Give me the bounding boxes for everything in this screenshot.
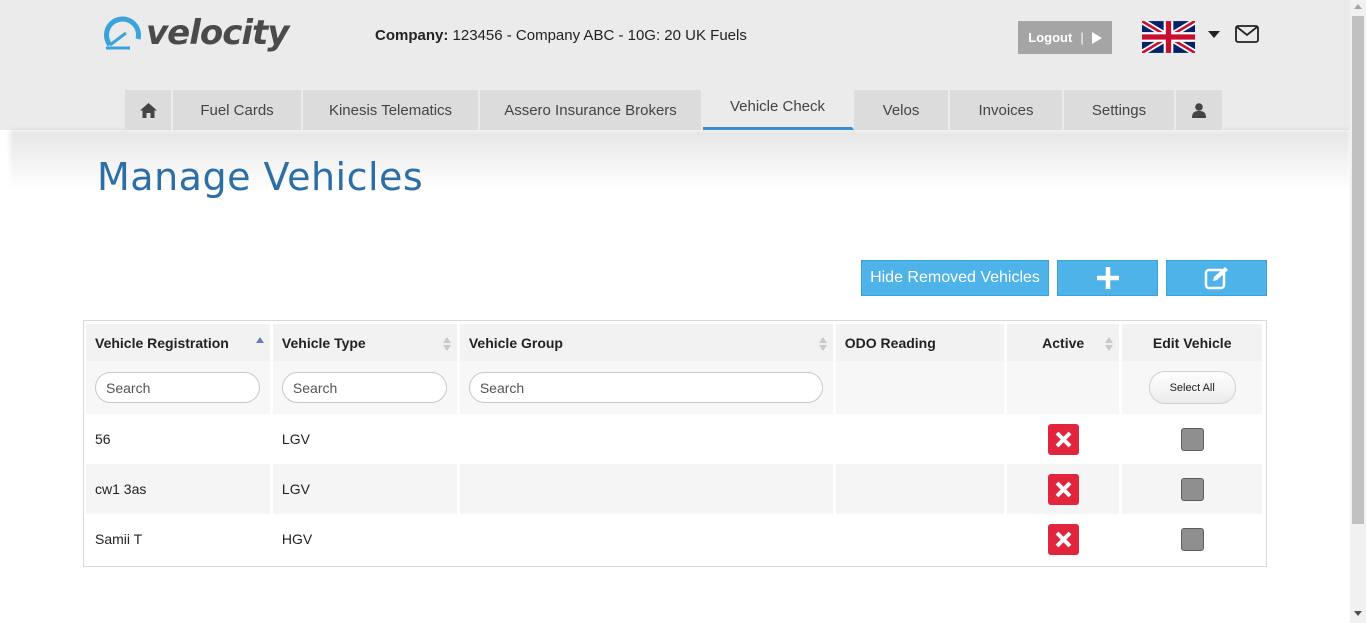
column-label: Vehicle Group	[468, 334, 563, 351]
hide-removed-vehicles-button[interactable]: Hide Removed Vehicles	[861, 260, 1049, 296]
nav-label: Kinesis Telematics	[328, 101, 453, 119]
table-row: cw1 3as LGV	[86, 464, 1262, 514]
odo-cell	[835, 514, 1004, 564]
vehicles-table: Vehicle Registration Vehicle Type Vehicl…	[83, 320, 1267, 567]
nav-settings[interactable]: Settings	[1064, 90, 1176, 130]
column-label: Vehicle Type	[281, 334, 366, 351]
language-dropdown-caret-icon[interactable]	[1208, 31, 1220, 38]
column-label: Edit Vehicle	[1152, 334, 1232, 351]
column-header-odo-reading: ODO Reading	[835, 321, 1004, 361]
group-search-input[interactable]: Search	[468, 372, 823, 403]
column-header-active[interactable]: Active	[1006, 321, 1120, 361]
type-search-input[interactable]: Search	[281, 372, 447, 403]
logout-separator: |	[1080, 30, 1084, 45]
logout-button[interactable]: Logout |	[1018, 21, 1112, 54]
company-value: 123456 - Company ABC - 10G: 20 UK Fuels	[452, 27, 747, 44]
select-all-button[interactable]: Select All	[1148, 371, 1236, 404]
column-label: Vehicle Registration	[95, 334, 229, 351]
speedometer-logo-icon	[104, 16, 141, 50]
edit-vehicle-checkbox[interactable]	[1180, 427, 1204, 451]
filter-cell	[835, 361, 1004, 414]
type-cell: LGV	[272, 414, 457, 464]
active-cell	[1006, 464, 1120, 514]
sort-icon	[442, 337, 451, 351]
nav-label: Vehicle Check	[729, 98, 826, 115]
odo-cell	[835, 414, 1004, 464]
table-row: Samii T HGV	[86, 514, 1262, 564]
envelope-icon[interactable]	[1235, 25, 1259, 43]
edit-cell	[1122, 514, 1262, 564]
edit-vehicle-checkbox[interactable]	[1180, 477, 1204, 501]
edit-cell	[1122, 464, 1262, 514]
inactive-x-icon[interactable]	[1047, 423, 1079, 455]
play-arrow-icon	[1091, 31, 1102, 44]
add-vehicle-button[interactable]	[1057, 260, 1158, 296]
type-cell: LGV	[272, 464, 457, 514]
edit-icon	[1204, 267, 1228, 290]
scrollbar-thumb[interactable]	[1352, 16, 1364, 524]
uk-flag-icon[interactable]	[1142, 21, 1195, 53]
column-header-vehicle-group[interactable]: Vehicle Group	[459, 321, 833, 361]
column-header-vehicle-registration[interactable]: Vehicle Registration	[86, 321, 270, 361]
group-cell	[459, 514, 833, 564]
active-cell	[1006, 414, 1120, 464]
registration-cell: cw1 3as	[86, 464, 270, 514]
type-cell: HGV	[272, 514, 457, 564]
filter-cell: Search	[86, 361, 270, 414]
group-cell	[459, 464, 833, 514]
main-nav: Fuel Cards Kinesis Telematics Assero Ins…	[125, 90, 1224, 130]
nav-fuel-cards[interactable]: Fuel Cards	[173, 90, 303, 130]
nav-label: Velos	[882, 101, 920, 119]
user-icon	[1192, 102, 1206, 118]
odo-cell	[835, 464, 1004, 514]
page-title: Manage Vehicles	[97, 155, 424, 199]
logo-text: velocity	[146, 13, 289, 53]
nav-vehicle-check[interactable]: Vehicle Check	[703, 90, 854, 130]
registration-cell: Samii T	[86, 514, 270, 564]
column-header-edit-vehicle: Edit Vehicle	[1122, 321, 1262, 361]
nav-home[interactable]	[125, 90, 173, 130]
nav-label: Settings	[1091, 101, 1147, 119]
home-icon	[139, 102, 157, 118]
inactive-x-icon[interactable]	[1047, 473, 1079, 505]
sort-icon	[1105, 337, 1114, 351]
plus-icon	[1096, 267, 1119, 289]
filter-row: Search Search Search Select All	[86, 361, 1262, 414]
group-cell	[459, 414, 833, 464]
logout-label: Logout	[1028, 30, 1073, 45]
edit-vehicles-button[interactable]	[1166, 260, 1267, 296]
inactive-x-icon[interactable]	[1047, 523, 1079, 555]
registration-cell: 56	[86, 414, 270, 464]
sort-icon	[818, 337, 827, 351]
nav-label: Fuel Cards	[200, 101, 274, 119]
filter-cell	[1006, 361, 1120, 414]
nav-user[interactable]	[1176, 90, 1224, 130]
velocity-logo[interactable]: velocity	[104, 12, 289, 54]
nav-invoices[interactable]: Invoices	[950, 90, 1064, 130]
nav-label: Invoices	[978, 101, 1034, 119]
scroll-down-arrow-icon[interactable]	[1354, 611, 1362, 616]
table-row: 56 LGV	[86, 414, 1262, 464]
registration-search-input[interactable]: Search	[95, 372, 260, 403]
edit-cell	[1122, 414, 1262, 464]
nav-assero-insurance-brokers[interactable]: Assero Insurance Brokers	[480, 90, 703, 130]
nav-kinesis-telematics[interactable]: Kinesis Telematics	[303, 90, 480, 130]
active-cell	[1006, 514, 1120, 564]
company-label: Company:	[375, 27, 449, 44]
column-label: ODO Reading	[844, 334, 936, 351]
edit-vehicle-checkbox[interactable]	[1180, 527, 1204, 551]
scroll-up-arrow-icon[interactable]	[1354, 4, 1362, 9]
column-label: Active	[1042, 334, 1085, 351]
company-info: Company: 123456 - Company ABC - 10G: 20 …	[375, 27, 747, 44]
nav-velos[interactable]: Velos	[854, 90, 950, 130]
filter-cell: Search	[459, 361, 833, 414]
filter-cell: Search	[272, 361, 457, 414]
nav-label: Assero Insurance Brokers	[504, 101, 677, 119]
column-header-vehicle-type[interactable]: Vehicle Type	[272, 321, 457, 361]
filter-cell: Select All	[1122, 361, 1262, 414]
sort-asc-icon	[255, 337, 264, 343]
